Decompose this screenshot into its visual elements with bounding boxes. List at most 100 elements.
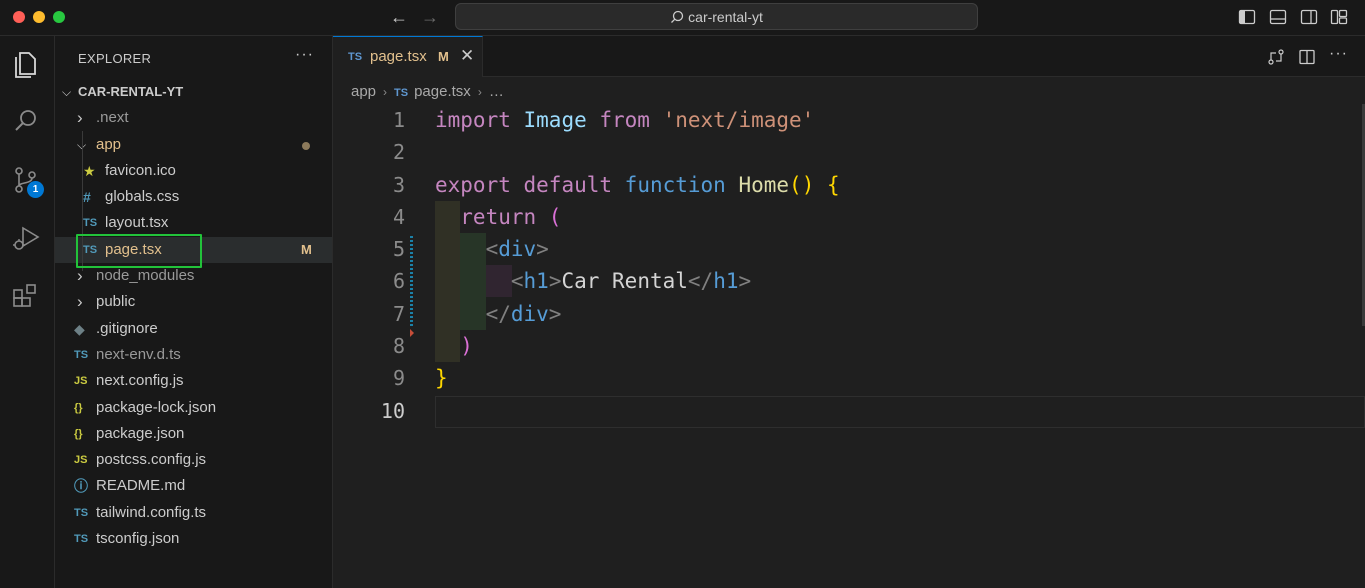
- file-type-icon: TS: [74, 533, 89, 546]
- code-line[interactable]: 1 import Image from 'next/image': [333, 104, 1365, 136]
- editor-tab-bar: TS page.tsx M ✕ ···: [333, 36, 1365, 77]
- explorer-files-icon[interactable]: [10, 48, 42, 80]
- code-line[interactable]: 6 <h1>Car Rental</h1>: [333, 265, 1365, 297]
- customize-layout-icon[interactable]: [1330, 8, 1348, 26]
- open-changes-icon[interactable]: [1267, 48, 1285, 66]
- tree-file-item[interactable]: TS layout.tsx: [55, 210, 332, 236]
- tree-file-item[interactable]: ⓘ README.md: [55, 473, 332, 499]
- toggle-panel-icon[interactable]: [1269, 8, 1287, 26]
- code-token: div: [498, 237, 537, 262]
- code-token: export: [435, 172, 524, 197]
- line-number: 1: [392, 108, 405, 132]
- code-token: return: [435, 204, 549, 229]
- code-token: >: [548, 301, 562, 326]
- code-token: from: [599, 108, 663, 132]
- command-center-search[interactable]: car-rental-yt: [455, 3, 978, 30]
- tree-file-item[interactable]: ★ favicon.ico: [55, 158, 332, 184]
- breadcrumb-symbol[interactable]: …: [489, 83, 504, 100]
- code-editor[interactable]: 1 import Image from 'next/image' 2 3 export …: [333, 104, 1365, 428]
- tree-item-label: globals.css: [105, 188, 180, 206]
- file-type-icon: {}: [74, 401, 83, 414]
- tree-file-item[interactable]: {} package.json: [55, 421, 332, 447]
- code-line[interactable]: 5 <div>: [333, 233, 1365, 265]
- split-editor-icon[interactable]: [1298, 48, 1316, 66]
- tree-file-item[interactable]: JS next.config.js: [55, 368, 332, 394]
- file-type-icon: JS: [74, 375, 88, 388]
- line-number: 6: [392, 269, 405, 294]
- explorer-root-folder[interactable]: ⌵ CAR-RENTAL-YT: [55, 79, 332, 105]
- search-icon[interactable]: [10, 105, 42, 137]
- tree-item-label: postcss.config.js: [96, 451, 207, 469]
- editor-more-actions-icon[interactable]: ···: [1329, 45, 1348, 63]
- file-tree: ⌵ CAR-RENTAL-YT ›.next⌵app★favicon.ico#g…: [55, 79, 332, 552]
- minimize-window-button[interactable]: [33, 11, 45, 23]
- code-line[interactable]: 4 return (: [333, 201, 1365, 233]
- tree-file-item[interactable]: TS tsconfig.json: [55, 526, 332, 552]
- code-token: >: [536, 237, 549, 262]
- zoom-window-button[interactable]: [53, 11, 65, 23]
- tree-file-item[interactable]: ◆ .gitignore: [55, 316, 332, 342]
- toggle-primary-sidebar-icon[interactable]: [1238, 8, 1256, 26]
- extensions-icon[interactable]: [10, 280, 42, 312]
- tree-file-item[interactable]: JS postcss.config.js: [55, 447, 332, 473]
- root-folder-label: CAR-RENTAL-YT: [78, 84, 184, 99]
- typescript-file-icon: TS: [394, 87, 409, 99]
- tree-folder-item[interactable]: › public: [55, 289, 332, 315]
- more-actions-icon[interactable]: ···: [295, 46, 314, 64]
- code-token: {: [826, 172, 840, 197]
- file-type-icon: ★: [83, 162, 96, 179]
- breadcrumb-folder[interactable]: app: [351, 83, 376, 100]
- close-icon[interactable]: ✕: [460, 46, 474, 66]
- line-number: 3: [392, 172, 405, 197]
- line-number: 7: [392, 301, 405, 326]
- toggle-secondary-sidebar-icon[interactable]: [1300, 8, 1318, 26]
- file-type-icon: TS: [83, 217, 98, 230]
- forward-arrow-icon[interactable]: →: [419, 6, 441, 28]
- line-content: import Image from 'next/image': [435, 104, 814, 136]
- tree-file-item[interactable]: {} package-lock.json: [55, 395, 332, 421]
- run-debug-icon[interactable]: [10, 222, 42, 254]
- code-line[interactable]: 7 </div>: [333, 298, 1365, 330]
- code-line[interactable]: 9}: [333, 362, 1365, 394]
- code-line[interactable]: 2: [333, 136, 1365, 168]
- line-content: export default function Home() {: [435, 169, 840, 201]
- tree-file-item[interactable]: TS tailwind.config.ts: [55, 500, 332, 526]
- tree-item-label: next.config.js: [96, 372, 184, 390]
- line-number: 5: [392, 237, 405, 262]
- chevron-right-icon: ›: [383, 85, 388, 99]
- line-content: </div>: [435, 298, 562, 330]
- line-number: 2: [392, 140, 405, 165]
- explorer-title: EXPLORER: [78, 51, 152, 66]
- tree-item-label: package-lock.json: [96, 398, 217, 416]
- chevron-down-icon: ⌵: [62, 85, 72, 99]
- line-number: 4: [392, 204, 405, 229]
- close-window-button[interactable]: [13, 11, 25, 23]
- source-control-badge: 1: [27, 181, 44, 198]
- modified-flag: M: [438, 49, 449, 64]
- file-type-icon: {}: [74, 427, 83, 440]
- code-line[interactable]: 3 export default function Home() {: [333, 169, 1365, 201]
- code-token: h1: [713, 269, 739, 294]
- file-type-icon: ◆: [74, 320, 85, 337]
- code-line[interactable]: 10: [333, 395, 1365, 427]
- tree-folder-item[interactable]: › .next: [55, 105, 332, 131]
- tree-item-label: public: [96, 293, 136, 311]
- activity-bar: 1: [0, 36, 55, 588]
- file-type-icon: TS: [74, 348, 89, 361]
- code-token: 'next/image': [662, 108, 815, 132]
- file-type-icon: ⓘ: [74, 478, 88, 495]
- tree-folder-item[interactable]: ⌵app: [55, 132, 332, 158]
- highlight-annotation-box: [76, 234, 202, 268]
- explorer-sidebar: EXPLORER ··· ⌵ CAR-RENTAL-YT ›.next⌵app★…: [55, 36, 333, 588]
- breadcrumb-file[interactable]: page.tsx: [414, 83, 471, 100]
- code-line[interactable]: 8 ): [333, 330, 1365, 362]
- line-content: <h1>Car Rental</h1>: [435, 265, 751, 297]
- tree-item-label: next-env.d.ts: [96, 345, 181, 363]
- chevron-right-icon: ›: [77, 108, 83, 128]
- tab-page-tsx[interactable]: TS page.tsx M ✕: [333, 36, 483, 77]
- code-token: >: [738, 269, 752, 294]
- tree-file-item[interactable]: TS next-env.d.ts: [55, 342, 332, 368]
- back-arrow-icon[interactable]: ←: [388, 6, 410, 28]
- line-content: <div>: [435, 233, 549, 265]
- tree-file-item[interactable]: # globals.css: [55, 184, 332, 210]
